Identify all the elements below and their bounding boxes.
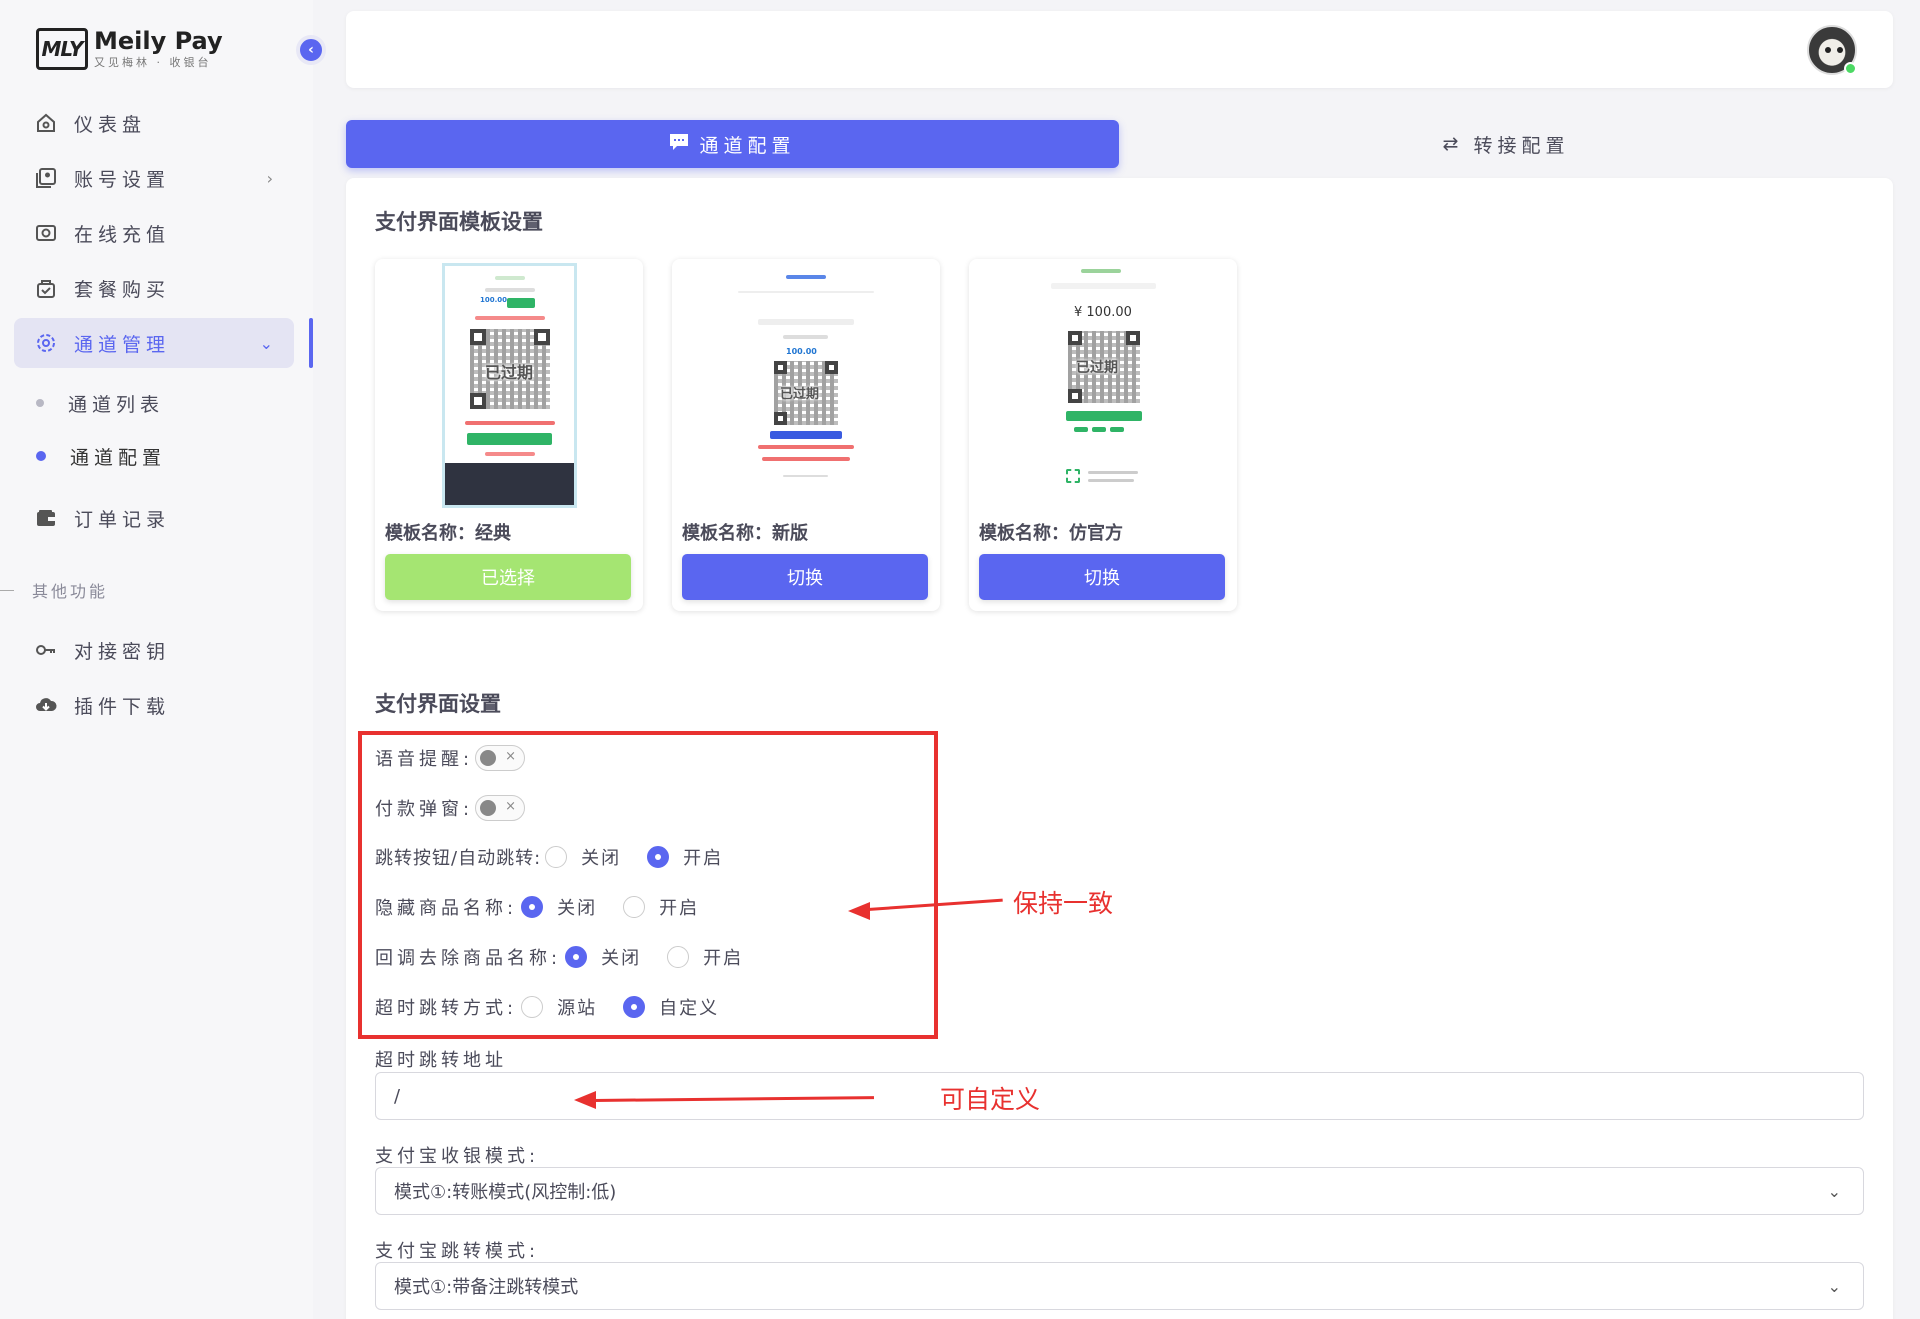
alipay-mode-label: 支付宝收银模式: [375, 1146, 540, 1167]
sidebar-item-label: 插件下载 [74, 695, 171, 718]
template-preview-image: 100.00 已过期 [442, 263, 577, 508]
template-card-classic: 100.00 已过期 模板名称：经典 已选择 [375, 259, 643, 611]
timeout-url-label: 超时跳转地址 [375, 1050, 507, 1071]
annotation-arrow-head [574, 1091, 596, 1109]
alipay-jump-select[interactable]: 模式①:带备注跳转模式 ⌄ [375, 1262, 1864, 1310]
sidebar-item-label: 通道管理 [74, 333, 171, 356]
chevron-down-icon: ⌄ [1827, 1276, 1841, 1296]
template-switch-button[interactable]: 切换 [682, 554, 928, 600]
sidebar-item-package[interactable]: 套餐购买 [14, 263, 294, 313]
sidebar-item-label: 在线充值 [74, 223, 171, 246]
section-label-other: 其他功能 [0, 578, 108, 602]
sidebar: MLY Meily Pay 又见梅林 · 收银台 仪表盘 账号设置 › 在线充值… [0, 0, 313, 1319]
timeout-url-input[interactable]: / [375, 1072, 1864, 1120]
brand-name: Meily Pay [94, 27, 223, 55]
sidebar-item-api-key[interactable]: 对接密钥 [14, 625, 294, 675]
user-card-icon [34, 166, 58, 190]
sidebar-item-label: 订单记录 [74, 508, 171, 531]
top-bar [346, 11, 1893, 88]
sidebar-item-plugin-download[interactable]: 插件下载 [14, 680, 294, 730]
logo-mark: MLY [36, 28, 88, 70]
online-status-dot [1844, 62, 1857, 75]
templates-section-title: 支付界面模板设置 [375, 210, 543, 234]
divider [0, 589, 14, 591]
annotation-arrow-head [848, 902, 870, 920]
template-selected-button[interactable]: 已选择 [385, 554, 631, 600]
sidebar-item-label: 套餐购买 [74, 278, 171, 301]
sidebar-subitem-channel-config[interactable]: 通道配置 [36, 436, 166, 476]
gear-icon [34, 331, 58, 355]
brand-tagline: 又见梅林 · 收银台 [94, 56, 212, 69]
sidebar-item-account[interactable]: 账号设置 › [14, 153, 294, 203]
template-preview-image: ¥ 100.00 已过期 [1036, 263, 1171, 508]
annotation-keep-consistent: 保持一致 [1013, 889, 1114, 918]
chevron-down-icon: ⌄ [259, 333, 278, 353]
sidebar-subitem-label: 通道列表 [68, 393, 165, 416]
bullet-icon [36, 399, 44, 407]
template-name: 模板名称：仿官方 [979, 523, 1123, 544]
sidebar-subitem-label: 通道配置 [70, 446, 167, 469]
chevron-down-icon: ⌄ [1827, 1181, 1841, 1201]
template-switch-button[interactable]: 切换 [979, 554, 1225, 600]
alipay-mode-select[interactable]: 模式①:转账模式(风控制:低) ⌄ [375, 1167, 1864, 1215]
sidebar-subitem-channel-list[interactable]: 通道列表 [36, 383, 164, 423]
sidebar-item-channel-management[interactable]: 通道管理 ⌄ [14, 318, 294, 368]
key-icon [34, 638, 58, 662]
chat-icon [669, 133, 689, 156]
cloud-download-icon [34, 693, 58, 717]
active-indicator [309, 318, 313, 368]
bag-icon [34, 276, 58, 300]
annotation-highlight-box [358, 731, 938, 1039]
logo[interactable]: MLY Meily Pay 又见梅林 · 收银台 [36, 28, 223, 70]
sidebar-item-orders[interactable]: 订单记录 [14, 493, 294, 543]
camera-icon [34, 221, 58, 245]
template-card-official: ¥ 100.00 已过期 模板名称：仿官方 切换 [969, 259, 1237, 611]
annotation-customizable: 可自定义 [940, 1085, 1041, 1114]
tab-transfer-config[interactable]: ⇄ 转接配置 [1119, 120, 1893, 168]
bullet-icon [36, 451, 46, 461]
chevron-right-icon: › [266, 168, 278, 188]
sidebar-item-label: 对接密钥 [74, 640, 171, 663]
sidebar-item-label: 仪表盘 [74, 113, 147, 136]
tab-label: 转接配置 [1473, 134, 1570, 157]
sidebar-item-recharge[interactable]: 在线充值 [14, 208, 294, 258]
alipay-jump-label: 支付宝跳转模式: [375, 1241, 540, 1262]
avatar[interactable] [1807, 25, 1857, 75]
template-preview-image: 100.00 已过期 [738, 263, 874, 508]
home-icon [34, 111, 58, 135]
template-name: 模板名称：经典 [385, 523, 511, 544]
sidebar-item-label: 账号设置 [74, 168, 171, 191]
settings-section-title: 支付界面设置 [375, 692, 501, 716]
tab-channel-config[interactable]: 通道配置 [346, 120, 1119, 168]
template-card-new: 100.00 已过期 模板名称：新版 切换 [672, 259, 940, 611]
tab-label: 通道配置 [699, 134, 796, 157]
swap-icon: ⇄ [1442, 133, 1464, 155]
wallet-icon [34, 506, 58, 530]
template-name: 模板名称：新版 [682, 523, 808, 544]
sidebar-collapse-button[interactable]: ‹ [296, 35, 326, 65]
sidebar-item-dashboard[interactable]: 仪表盘 [14, 98, 294, 148]
